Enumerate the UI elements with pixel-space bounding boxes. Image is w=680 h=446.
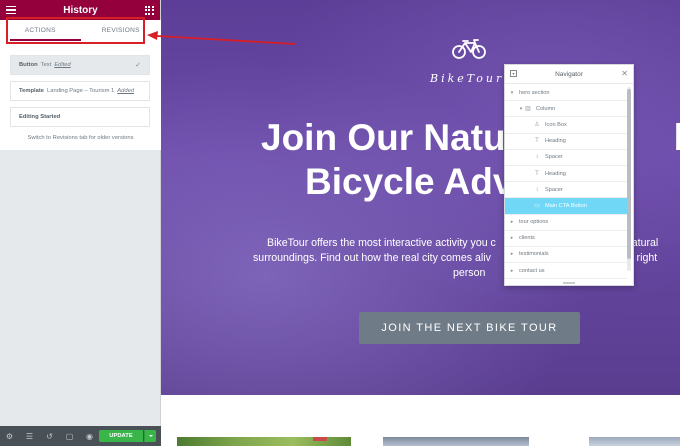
chevron-icon[interactable]: ▸ (509, 219, 515, 225)
history-item-detail: Text (40, 62, 52, 68)
bicycle-icon (452, 39, 486, 59)
navigator-item[interactable]: ▾ ▥ Column (505, 101, 627, 118)
navigator-item-label: contact us (519, 267, 545, 274)
navigator-item[interactable]: ♙ Icon Box (505, 117, 627, 134)
navigator-tree: ▾ hero section ▾ ▥ Column ♙ Icon Box T Heading ↕ S… (505, 85, 627, 280)
settings-icon[interactable]: ⚙ (5, 432, 14, 441)
navigator-item-label: testimonials (519, 251, 549, 258)
history-item-action: Edited (54, 62, 71, 68)
history-item[interactable]: Editing Started (10, 107, 150, 127)
checkmark-icon: ✓ (135, 62, 141, 69)
navigator-title: Navigator (555, 70, 583, 78)
history-item-detail: Landing Page – Tourism 1 (47, 88, 115, 94)
widget-icon: ▭ (534, 203, 540, 210)
navigator-item[interactable]: ▸ testimonials (505, 247, 627, 264)
annotation-arrow (147, 31, 296, 45)
navigator-scrollbar-thumb[interactable] (627, 89, 631, 259)
chevron-icon[interactable]: ▾ (509, 90, 515, 96)
navigator-item-label: tour options (519, 219, 549, 226)
widget-icon: T (535, 170, 539, 177)
chevron-down-icon[interactable] (144, 430, 156, 442)
navigator-item[interactable]: T Heading (505, 166, 627, 183)
navigator-item[interactable]: ▸ contact us (505, 263, 627, 280)
hero-text-line1: BikeTour offers the most interactive act… (267, 237, 496, 249)
collapse-all-icon[interactable]: ▾ (510, 70, 517, 77)
chevron-icon[interactable]: ▸ (509, 235, 515, 241)
navigator-item-label: Main CTA Button (545, 202, 587, 209)
responsive-icon[interactable]: ▢ (65, 432, 74, 441)
history-item-element: Button (19, 62, 38, 68)
widget-icon: ↕ (535, 186, 539, 193)
tour-image[interactable] (383, 437, 529, 446)
history-item[interactable]: Button Text Edited ✓ (10, 55, 150, 75)
navigator-item[interactable]: ▾ hero section (505, 85, 627, 102)
navigator-item[interactable]: ▸ tour options (505, 215, 627, 231)
widgets-grid-icon[interactable] (144, 5, 154, 15)
hero-text-line2: surroundings. Find out how the real city… (253, 252, 491, 264)
navigator-item[interactable]: ▭ Main CTA Button (505, 198, 627, 215)
navigator-item[interactable]: ↕ Spacer (505, 182, 627, 199)
resize-handle[interactable] (563, 282, 575, 284)
navigator-panel: ▾ Navigator ✕ ▾ hero section ▾ ▥ Column ♙ Icon… (504, 64, 634, 286)
editor-panel: History ACTIONS REVISIONS Button Text Ed… (0, 0, 161, 446)
navigator-header[interactable]: ▾ Navigator ✕ (505, 65, 633, 84)
sign-graphic (313, 437, 327, 441)
history-item[interactable]: Template Landing Page – Tourism 1 Added (10, 81, 150, 101)
navigator-item[interactable]: T Heading (505, 134, 627, 150)
chevron-icon[interactable]: ▸ (509, 251, 515, 257)
widget-icon: ↕ (535, 154, 539, 161)
widget-icon: ♙ (534, 122, 540, 129)
revisions-hint: Switch to Revisions tab for older versio… (27, 135, 134, 141)
layers-icon[interactable]: ☰ (25, 432, 34, 441)
main-cta-button[interactable]: JOIN THE NEXT BIKE TOUR (359, 312, 580, 344)
hero-heading-line1-end: ban (674, 117, 680, 158)
tabs-annotation-box (6, 17, 145, 44)
navigator-item-label: clients (519, 235, 535, 242)
history-item-element: Template (19, 88, 45, 94)
navigator-item-label: Heading (545, 138, 566, 145)
navigator-item-label: Heading (545, 170, 566, 177)
hero-heading-line1: Join Our Natu (261, 117, 506, 158)
panel-title: History (63, 4, 98, 16)
tour-image[interactable] (177, 437, 351, 446)
navigator-item-label: Column (536, 105, 556, 112)
navigator-item-label: Icon Box (545, 121, 567, 128)
tour-image[interactable] (589, 437, 680, 446)
panel-footer: ⚙ ☰ ↺ ▢ ◉ UPDATE (0, 426, 161, 446)
navigator-item[interactable]: ▸ clients (505, 231, 627, 247)
update-button[interactable]: UPDATE (99, 430, 143, 442)
chevron-icon[interactable]: ▸ (509, 268, 515, 274)
close-icon[interactable]: ✕ (621, 69, 628, 78)
history-item-action: Added (117, 88, 135, 94)
navigator-item-label: hero section (519, 89, 550, 96)
navigator-item-label: Spacer (545, 154, 563, 161)
content-section (161, 395, 680, 446)
brand-logo-text: BikeTour (430, 72, 505, 85)
widget-icon: ▥ (525, 106, 531, 113)
navigator-item[interactable]: ↕ Spacer (505, 150, 627, 166)
history-item-element: Editing Started (19, 114, 61, 120)
history-icon[interactable]: ↺ (45, 432, 54, 441)
preview-icon[interactable]: ◉ (85, 432, 94, 441)
navigator-item-label: Spacer (545, 186, 563, 193)
widget-icon: T (535, 138, 539, 145)
menu-icon[interactable] (6, 5, 16, 15)
